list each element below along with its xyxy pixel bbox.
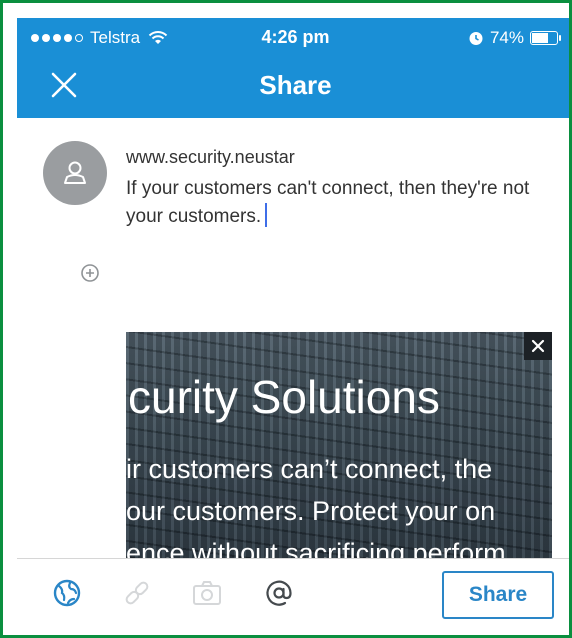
preview-line-2: our customers. Protect your on	[126, 496, 496, 526]
preview-headline: curity Solutions	[128, 371, 440, 423]
status-right: 74%	[468, 28, 561, 48]
camera-icon[interactable]	[191, 577, 223, 609]
preview-line-1: ir customers can’t connect, the	[126, 454, 493, 484]
at-sign-icon[interactable]	[263, 577, 295, 609]
page-title: Share	[259, 70, 332, 100]
header-bar: Telstra 4:26 pm 74% Share	[17, 18, 569, 118]
close-icon	[531, 339, 545, 353]
preview-close-button[interactable]	[524, 332, 552, 360]
avatar	[43, 141, 107, 205]
post-url[interactable]: www.security.neustar	[126, 147, 295, 168]
battery-percent: 74%	[489, 28, 524, 47]
preview-line-3: ence without sacrificing perform	[126, 538, 506, 558]
battery-icon	[530, 31, 561, 45]
globe-icon[interactable]	[51, 577, 83, 609]
nav-row: Share	[17, 58, 569, 118]
bottom-toolbar: Share	[17, 558, 569, 635]
text-caret	[265, 203, 268, 227]
link-preview[interactable]: curity Solutions ir customers can’t conn…	[126, 332, 552, 558]
person-icon	[64, 161, 86, 184]
post-text-input[interactable]: If your customers can't connect, then th…	[126, 175, 556, 231]
plus-circle-icon[interactable]	[80, 263, 100, 283]
link-icon[interactable]	[121, 577, 153, 609]
alarm-icon	[469, 32, 483, 45]
share-button[interactable]: Share	[442, 571, 554, 619]
post-text: If your customers can't connect, then th…	[126, 178, 530, 227]
status-bar: Telstra 4:26 pm 74%	[17, 18, 569, 58]
screen-frame: Telstra 4:26 pm 74% Share www.security.n…	[0, 0, 572, 638]
